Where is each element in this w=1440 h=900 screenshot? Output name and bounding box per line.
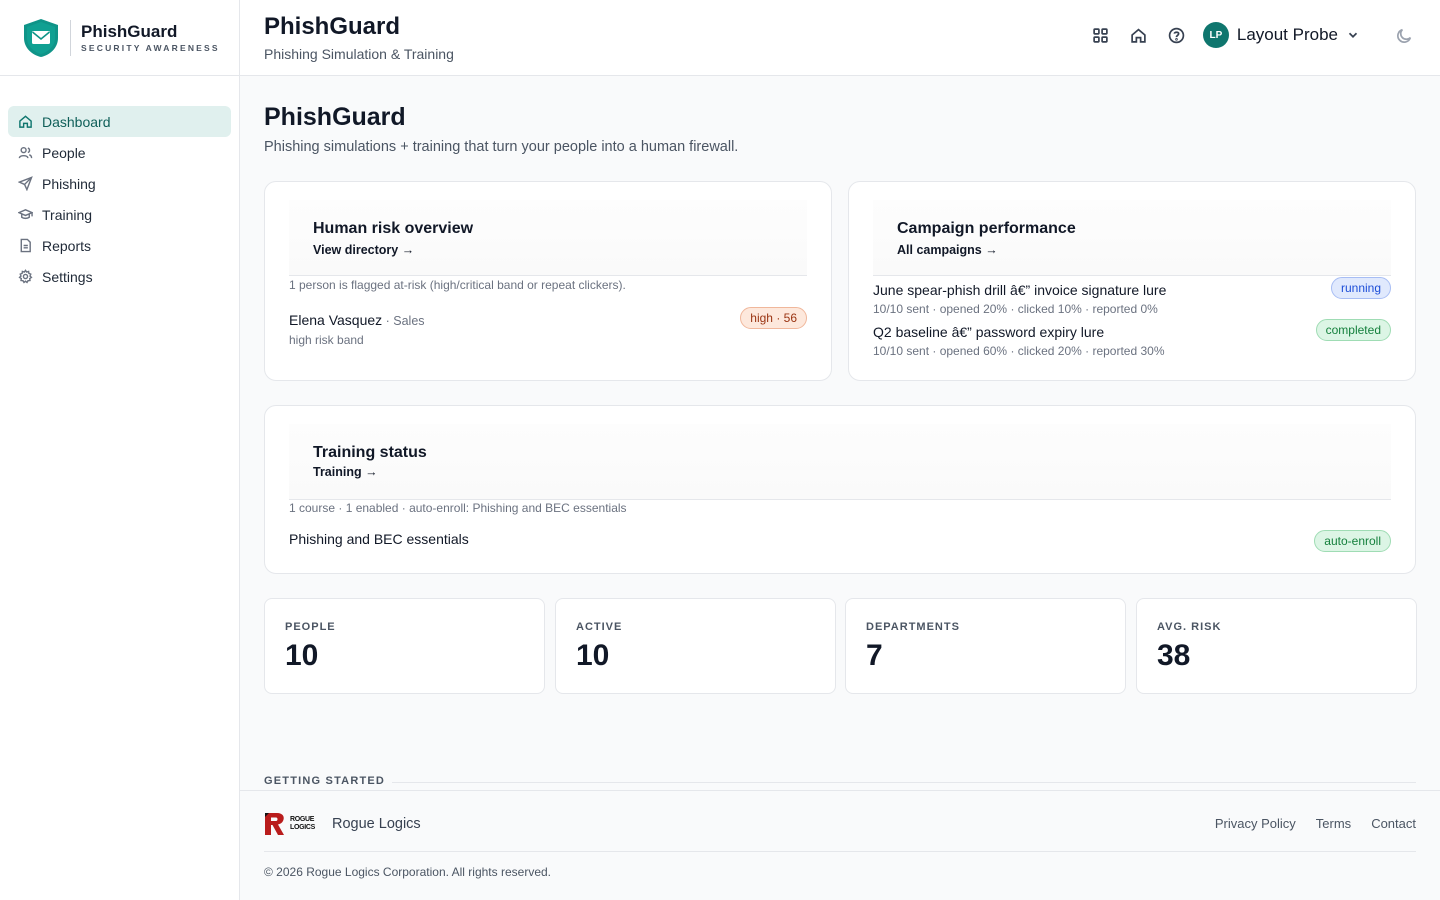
training-link[interactable]: Training →: [313, 465, 378, 479]
footer: ROGUE LOGICS Rogue Logics Privacy Policy…: [240, 790, 1440, 900]
campaign-name[interactable]: June spear-phish drill â€” invoice signa…: [873, 282, 1166, 298]
card-header: Training status Training →: [289, 424, 1391, 500]
avatar: LP: [1202, 22, 1229, 48]
page-title: PhishGuard: [264, 103, 406, 131]
home-icon: [18, 114, 34, 130]
person-row[interactable]: Elena Vasquez · Sales: [289, 312, 425, 328]
footer-logo-wordmark: ROGUE LOGICS: [290, 816, 316, 831]
status-badge: running: [1330, 277, 1391, 299]
sidebar-item-label: Reports: [42, 237, 92, 254]
help-icon[interactable]: [1165, 23, 1189, 47]
campaign-stats: 10/10 sent · opened 20% · clicked 10% · …: [873, 302, 1158, 316]
header-title: PhishGuard: [264, 13, 401, 40]
gear-icon: [18, 268, 34, 285]
users-icon: [18, 145, 34, 161]
header-subtitle: Phishing Simulation & Training: [264, 46, 454, 62]
sidebar-item-label: Dashboard: [42, 113, 111, 130]
chevron-down-icon: [1348, 32, 1358, 38]
footer-divider: [264, 851, 1416, 852]
grid-icon[interactable]: [1089, 23, 1113, 47]
brand-name: PhishGuard: [81, 21, 178, 41]
home-icon[interactable]: [1127, 23, 1151, 47]
auto-enroll-badge: auto-enroll: [1314, 530, 1391, 552]
card-title: Training status: [313, 444, 427, 461]
footer-logo[interactable]: ROGUE LOGICS Rogue Logics: [264, 811, 421, 837]
course-name[interactable]: Phishing and BEC essentials: [289, 531, 469, 547]
view-directory-link[interactable]: View directory →: [313, 243, 414, 257]
contact-link[interactable]: Contact: [1371, 816, 1416, 831]
send-icon: [18, 175, 34, 192]
footer-links: Privacy Policy Terms Contact: [1195, 816, 1416, 831]
stat-card-active: ACTIVE 10: [555, 598, 836, 694]
sidebar-item-label: People: [42, 144, 86, 161]
top-header: PhishGuard Phishing Simulation & Trainin…: [240, 0, 1440, 76]
terms-link[interactable]: Terms: [1316, 816, 1351, 831]
file-icon: [18, 238, 34, 254]
brand-divider: [70, 19, 71, 56]
shield-mail-icon: [24, 18, 58, 57]
stat-card-people: PEOPLE 10: [264, 598, 545, 694]
sidebar-item-people[interactable]: People: [8, 137, 231, 168]
stat-card-avg-risk: AVG. RISK 38: [1136, 598, 1417, 694]
card-title: Human risk overview: [313, 220, 474, 237]
campaign-stats: 10/10 sent · opened 60% · clicked 20% · …: [873, 344, 1165, 358]
stat-value: 10: [285, 639, 319, 672]
user-menu[interactable]: LP Layout Probe: [1202, 22, 1360, 48]
card-header: Campaign performance All campaigns →: [873, 200, 1391, 276]
stat-card-departments: DEPARTMENTS 7: [845, 598, 1126, 694]
status-badge: completed: [1315, 319, 1391, 341]
brand[interactable]: PhishGuard SECURITY AWARENESS: [0, 0, 239, 76]
sidebar-item-label: Settings: [42, 268, 93, 285]
risk-overview-card: Human risk overview View directory → 1 p…: [264, 181, 832, 381]
sidebar-item-label: Phishing: [42, 175, 96, 192]
risk-summary: 1 person is flagged at-risk (high/critic…: [289, 278, 626, 292]
sidebar: PhishGuard SECURITY AWARENESS Dashboard …: [0, 0, 240, 900]
stat-value: 7: [866, 639, 883, 672]
card-header: Human risk overview View directory →: [289, 200, 807, 276]
stat-label: PEOPLE: [285, 621, 336, 633]
training-summary: 1 course · 1 enabled · auto-enroll: Phis…: [289, 501, 627, 515]
user-name: Layout Probe: [1236, 25, 1338, 44]
campaign-performance-card: Campaign performance All campaigns → Jun…: [848, 181, 1416, 381]
footer-company-name: Rogue Logics: [332, 816, 421, 832]
page-subtitle: Phishing simulations + training that tur…: [264, 139, 739, 155]
all-campaigns-link[interactable]: All campaigns →: [897, 243, 998, 257]
section-divider: [392, 782, 1416, 783]
sidebar-item-dashboard[interactable]: Dashboard: [8, 106, 231, 137]
risk-score-badge: high · 56: [740, 307, 807, 329]
graduation-cap-icon: [18, 207, 34, 223]
card-title: Campaign performance: [897, 220, 1076, 237]
moon-icon[interactable]: [1392, 23, 1416, 47]
main-content: PhishGuard Phishing simulations + traini…: [240, 76, 1440, 900]
rogue-logics-logo-icon: [265, 813, 284, 835]
privacy-policy-link[interactable]: Privacy Policy: [1215, 816, 1296, 831]
stat-label: AVG. RISK: [1157, 621, 1222, 633]
sidebar-item-reports[interactable]: Reports: [8, 230, 231, 261]
stat-label: DEPARTMENTS: [866, 621, 960, 633]
sidebar-nav: Dashboard People Phishing Training Repor…: [0, 76, 239, 292]
stat-value: 10: [576, 639, 610, 672]
person-risk-band: high risk band: [289, 333, 364, 347]
sidebar-item-label: Training: [42, 206, 93, 223]
training-status-card: Training status Training → 1 course · 1 …: [264, 405, 1416, 574]
stat-label: ACTIVE: [576, 621, 623, 633]
brand-tagline: SECURITY AWARENESS: [81, 42, 220, 53]
person-name: Elena Vasquez: [289, 312, 383, 328]
sidebar-item-phishing[interactable]: Phishing: [8, 168, 231, 199]
campaign-name[interactable]: Q2 baseline â€” password expiry lure: [873, 324, 1104, 340]
sidebar-item-settings[interactable]: Settings: [8, 261, 231, 292]
person-department: · Sales: [382, 314, 425, 328]
copyright: © 2026 Rogue Logics Corporation. All rig…: [264, 865, 551, 879]
stat-value: 38: [1157, 639, 1191, 672]
sidebar-item-training[interactable]: Training: [8, 199, 231, 230]
getting-started-heading: GETTING STARTED: [264, 775, 386, 787]
